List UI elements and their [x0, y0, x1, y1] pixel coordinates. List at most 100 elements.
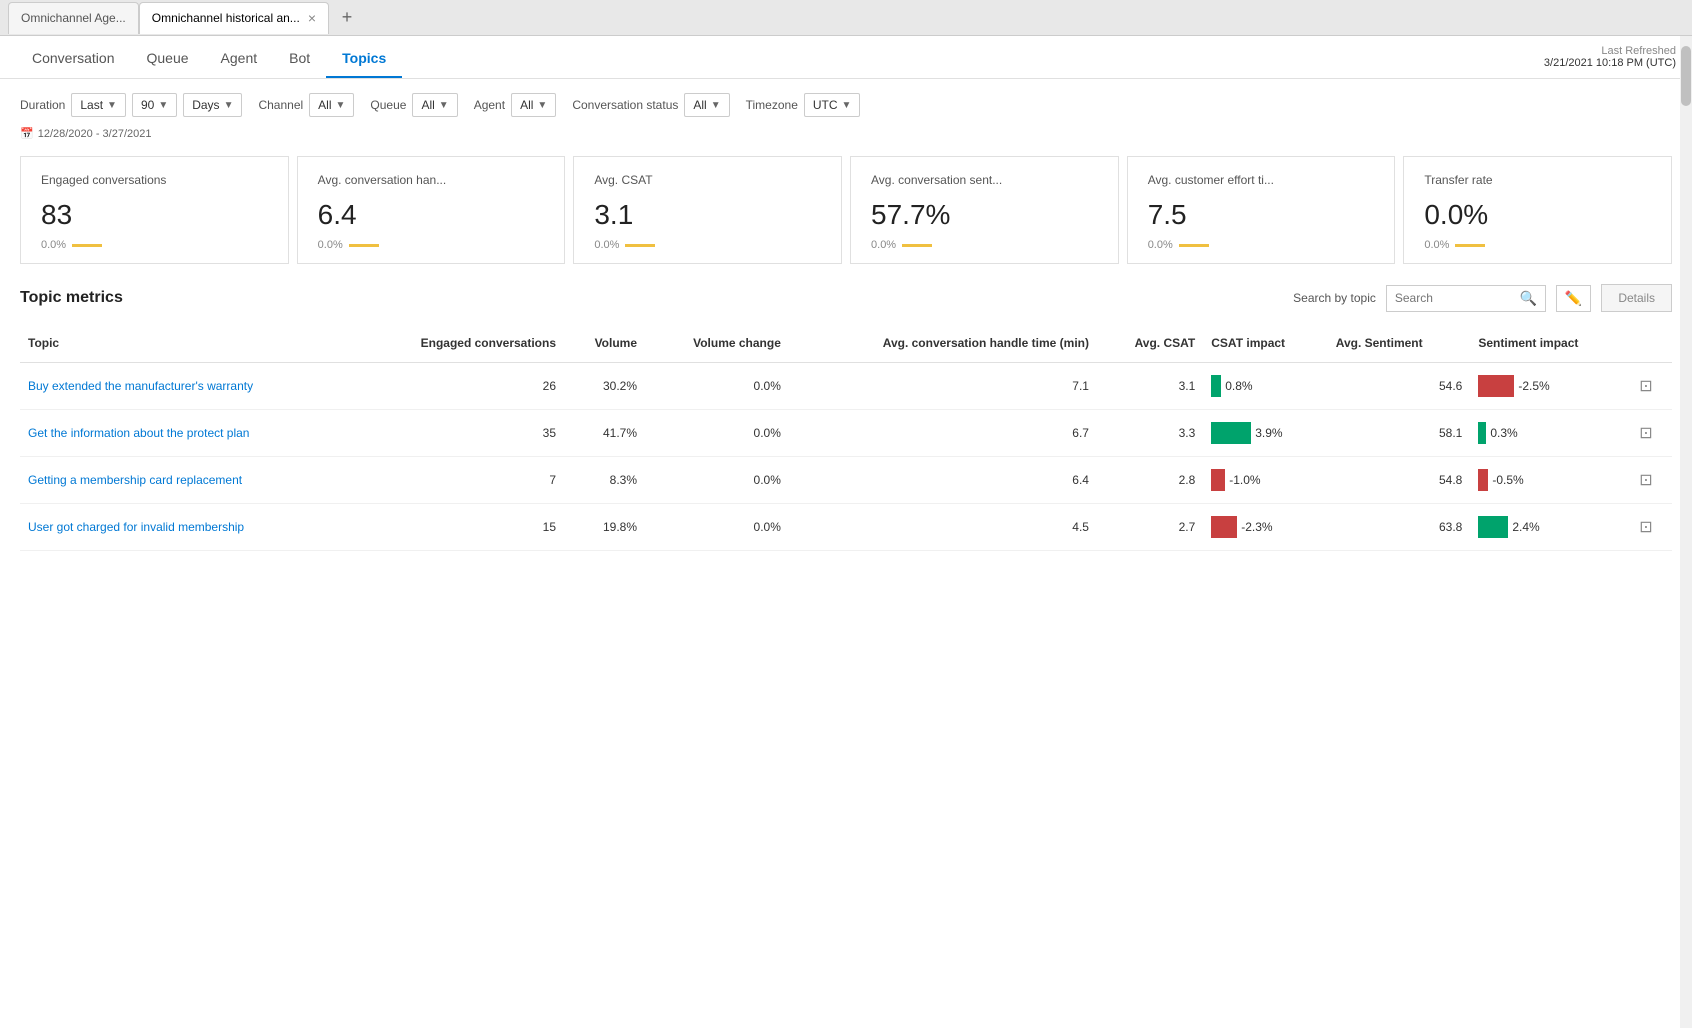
chevron-down-icon: ▼: [842, 100, 852, 111]
queue-select[interactable]: All ▼: [412, 93, 457, 117]
copy-icon[interactable]: ⊡: [1639, 519, 1652, 536]
topic-table: Topic Engaged conversations Volume Volum…: [20, 328, 1672, 551]
kpi-bar-engaged: [72, 244, 102, 247]
calendar-icon: 📅: [20, 127, 34, 140]
kpi-card-sentiment: Avg. conversation sent... 57.7% 0.0%: [850, 156, 1119, 264]
search-by-topic: Search by topic 🔍 ✏️ Details: [1293, 284, 1672, 312]
sentiment-impact-value: 2.4%: [1512, 520, 1539, 534]
kpi-title-transfer: Transfer rate: [1424, 173, 1651, 187]
cell-action: ⊡: [1631, 363, 1672, 410]
search-box[interactable]: 🔍: [1386, 285, 1546, 312]
chevron-down-icon: ▼: [107, 100, 117, 111]
duration-unit-select[interactable]: Days ▼: [183, 93, 242, 117]
cell-avg-sentiment: 63.8: [1328, 504, 1471, 551]
col-engaged: Engaged conversations: [354, 328, 564, 363]
cell-action: ⊡: [1631, 504, 1672, 551]
kpi-footer-effort: 0.0%: [1148, 239, 1375, 251]
kpi-footer-sentiment: 0.0%: [871, 239, 1098, 251]
table-row: User got charged for invalid membership …: [20, 504, 1672, 551]
copy-icon[interactable]: ⊡: [1639, 472, 1652, 489]
chevron-down-icon: ▼: [537, 100, 547, 111]
table-header-row: Topic Engaged conversations Volume Volum…: [20, 328, 1672, 363]
csat-impact-value: 3.9%: [1255, 426, 1282, 440]
kpi-bar-transfer: [1455, 244, 1485, 247]
copy-icon[interactable]: ⊡: [1639, 425, 1652, 442]
kpi-footer-transfer: 0.0%: [1424, 239, 1651, 251]
nav-tab-queue[interactable]: Queue: [131, 36, 205, 78]
sentiment-impact-value: -0.5%: [1492, 473, 1523, 487]
timezone-label: Timezone: [746, 98, 798, 112]
kpi-bar-effort: [1179, 244, 1209, 247]
cell-action: ⊡: [1631, 410, 1672, 457]
cell-handle-time: 4.5: [789, 504, 1097, 551]
cell-sentiment-impact: -0.5%: [1470, 457, 1631, 504]
scrollbar-thumb[interactable]: [1681, 46, 1691, 106]
col-sentiment-impact: Sentiment impact: [1470, 328, 1631, 363]
timezone-select[interactable]: UTC ▼: [804, 93, 861, 117]
nav-tab-conversation[interactable]: Conversation: [16, 36, 131, 78]
search-label: Search by topic: [1293, 291, 1376, 305]
topic-section: Topic metrics Search by topic 🔍 ✏️ Detai…: [0, 276, 1692, 571]
kpi-value-sentiment: 57.7%: [871, 199, 1098, 231]
channel-select[interactable]: All ▼: [309, 93, 354, 117]
browser-tabs: Omnichannel Age... Omnichannel historica…: [0, 0, 1692, 36]
cell-avg-csat: 2.7: [1097, 504, 1203, 551]
last-refreshed: Last Refreshed 3/21/2021 10:18 PM (UTC): [1544, 37, 1676, 77]
conversation-status-label: Conversation status: [572, 98, 678, 112]
search-input[interactable]: [1395, 291, 1520, 305]
nav-bar: Conversation Queue Agent Bot Topics Last…: [0, 36, 1692, 79]
kpi-value-effort: 7.5: [1148, 199, 1375, 231]
agent-select[interactable]: All ▼: [511, 93, 556, 117]
add-tab-button[interactable]: +: [333, 4, 361, 32]
topic-link[interactable]: Buy extended the manufacturer's warranty: [28, 379, 253, 393]
cell-engaged: 35: [354, 410, 564, 457]
col-volume-change: Volume change: [645, 328, 789, 363]
kpi-row: Engaged conversations 83 0.0% Avg. conve…: [0, 144, 1692, 276]
nav-tab-topics[interactable]: Topics: [326, 36, 402, 78]
queue-label: Queue: [370, 98, 406, 112]
app-container: Conversation Queue Agent Bot Topics Last…: [0, 36, 1692, 1028]
duration-period-select[interactable]: Last ▼: [71, 93, 126, 117]
conversation-status-select[interactable]: All ▼: [684, 93, 729, 117]
kpi-value-engaged: 83: [41, 199, 268, 231]
close-tab-icon[interactable]: ×: [308, 10, 316, 26]
chevron-down-icon: ▼: [224, 100, 234, 111]
queue-filter: Queue All ▼: [370, 93, 457, 117]
col-action: [1631, 328, 1672, 363]
cell-handle-time: 6.4: [789, 457, 1097, 504]
copy-icon[interactable]: ⊡: [1639, 378, 1652, 395]
topic-link[interactable]: Getting a membership card replacement: [28, 473, 242, 487]
kpi-value-csat: 3.1: [594, 199, 821, 231]
channel-label: Channel: [258, 98, 303, 112]
kpi-footer-handle: 0.0%: [318, 239, 545, 251]
csat-impact-value: 0.8%: [1225, 379, 1252, 393]
nav-tab-bot[interactable]: Bot: [273, 36, 326, 78]
kpi-title-csat: Avg. CSAT: [594, 173, 821, 187]
pencil-button[interactable]: ✏️: [1556, 285, 1591, 312]
kpi-card-effort: Avg. customer effort ti... 7.5 0.0%: [1127, 156, 1396, 264]
kpi-title-engaged: Engaged conversations: [41, 173, 268, 187]
cell-topic: User got charged for invalid membership: [20, 504, 354, 551]
browser-tab-inactive[interactable]: Omnichannel Age...: [8, 2, 139, 34]
scrollbar-track[interactable]: [1680, 36, 1692, 1028]
chevron-down-icon: ▼: [336, 100, 346, 111]
duration-value-select[interactable]: 90 ▼: [132, 93, 177, 117]
cell-volume-change: 0.0%: [645, 504, 789, 551]
cell-avg-sentiment: 54.6: [1328, 363, 1471, 410]
topic-header: Topic metrics Search by topic 🔍 ✏️ Detai…: [20, 284, 1672, 312]
topic-link[interactable]: Get the information about the protect pl…: [28, 426, 249, 440]
cell-engaged: 7: [354, 457, 564, 504]
cell-avg-sentiment: 54.8: [1328, 457, 1471, 504]
kpi-card-transfer: Transfer rate 0.0% 0.0%: [1403, 156, 1672, 264]
topic-link[interactable]: User got charged for invalid membership: [28, 520, 244, 534]
conversation-status-filter: Conversation status All ▼: [572, 93, 729, 117]
browser-tab-inactive-label: Omnichannel Age...: [21, 11, 126, 25]
cell-volume: 19.8%: [564, 504, 645, 551]
kpi-title-sentiment: Avg. conversation sent...: [871, 173, 1098, 187]
browser-tab-active[interactable]: Omnichannel historical an... ×: [139, 2, 329, 34]
duration-filter: Duration Last ▼ 90 ▼ Days ▼: [20, 93, 242, 117]
cell-topic: Buy extended the manufacturer's warranty: [20, 363, 354, 410]
nav-tab-agent[interactable]: Agent: [205, 36, 274, 78]
details-button[interactable]: Details: [1601, 284, 1672, 312]
search-icon: 🔍: [1519, 290, 1536, 307]
